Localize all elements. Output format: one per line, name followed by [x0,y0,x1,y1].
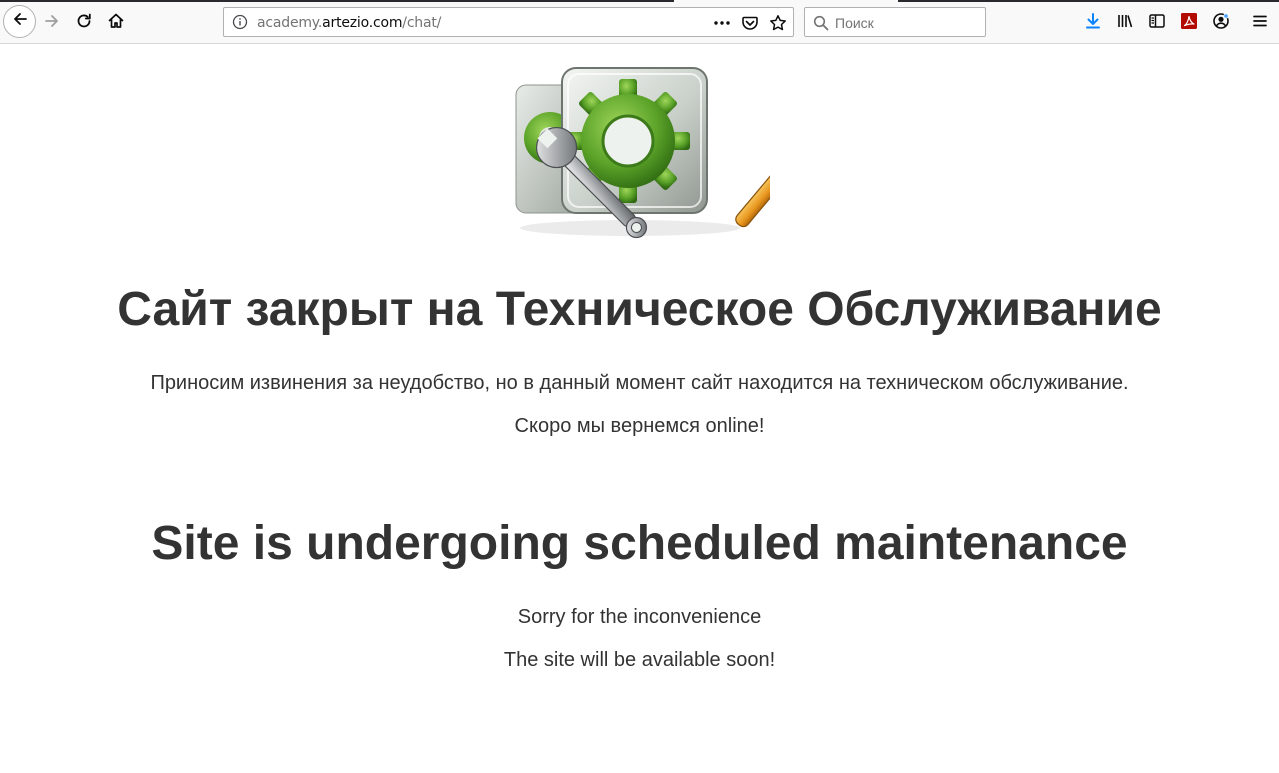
hamburger-menu-icon[interactable] [1250,11,1270,31]
maintenance-heading-ru: Сайт закрыт на Техническое Обслуживание [117,283,1162,336]
url-text[interactable]: academy.artezio.com/chat/ [257,15,441,31]
reload-icon [75,12,93,30]
arrow-right-icon [43,12,61,30]
back-button[interactable] [3,5,36,38]
address-bar[interactable]: academy.artezio.com/chat/ [223,7,794,37]
reload-button[interactable] [69,6,99,36]
star-icon[interactable] [768,13,788,33]
home-icon [107,12,125,30]
more-horizontal-icon[interactable] [712,13,732,33]
pdf-icon[interactable] [1179,11,1199,31]
search-bar[interactable] [804,7,986,37]
download-icon[interactable] [1083,11,1103,31]
search-input[interactable] [835,14,981,32]
url-path: /chat/ [402,15,442,31]
url-domain: artezio.com [322,15,403,31]
pocket-icon[interactable] [740,13,760,33]
maintenance-gear-tools-icon [510,63,862,243]
tab-strip-edge [898,0,1279,2]
back-soon-text-ru: Скоро мы вернемся online! [514,415,765,437]
arrow-left-icon [11,10,29,33]
forward-button[interactable] [37,6,67,36]
search-icon [813,15,829,36]
sidebar-icon[interactable] [1147,11,1167,31]
browser-toolbar: academy.artezio.com/chat/ [0,0,1279,44]
url-prefix: academy. [257,15,323,31]
tab-strip-edge [0,0,674,2]
home-button[interactable] [101,6,131,36]
maintenance-heading-en: Site is undergoing scheduled maintenance [151,517,1128,570]
back-soon-text-en: The site will be available soon! [503,649,776,671]
account-icon[interactable] [1211,11,1231,31]
apology-text-ru: Приносим извинения за неудобство, но в д… [150,372,1129,394]
apology-text-en: Sorry for the inconvenience [517,606,762,628]
info-icon[interactable] [232,14,248,30]
library-icon[interactable] [1115,11,1135,31]
